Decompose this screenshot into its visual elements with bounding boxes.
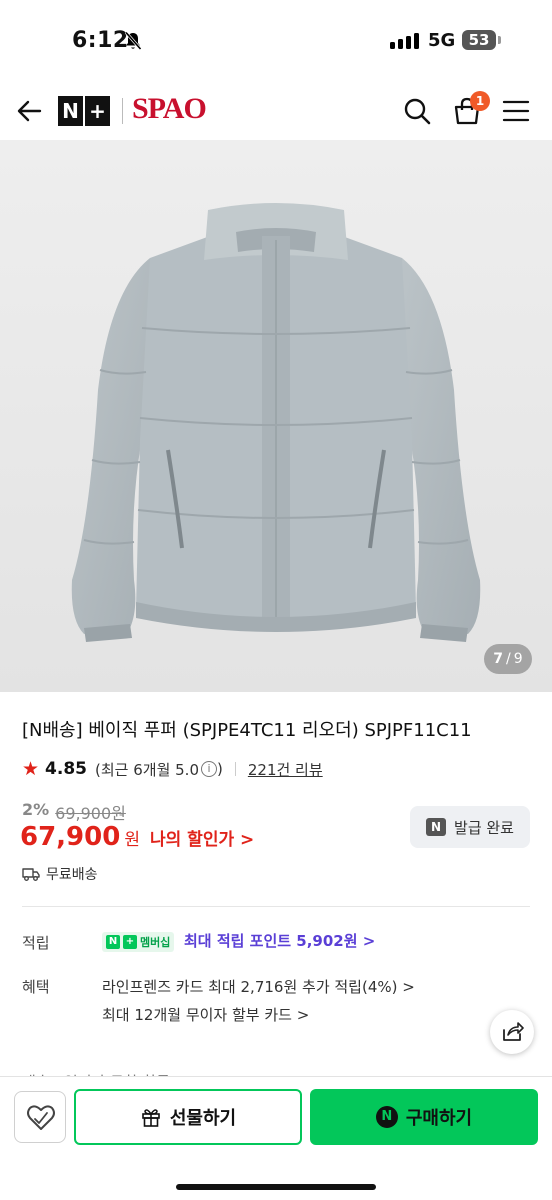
buy-label: 구매하기: [405, 1108, 473, 1129]
nplus-logo[interactable]: N +: [58, 96, 110, 126]
signal-icon: [390, 32, 419, 49]
rating-recent: (최근 6개월 5.0: [95, 760, 199, 779]
membership-plus-icon: +: [123, 935, 137, 949]
rating-value: 4.85: [45, 759, 87, 779]
currency-unit: 원: [124, 830, 140, 850]
gift-icon: [142, 1109, 160, 1127]
shipping-row: 무료배송: [22, 864, 98, 884]
coupon-issued-button[interactable]: N 발급 완료: [410, 806, 530, 848]
puffer-jacket-image: [0, 140, 552, 692]
home-indicator: [176, 1184, 376, 1190]
rating-recent-close: ): [217, 760, 223, 778]
bell-off-icon: [124, 31, 142, 50]
discount-row: 2% 69,900원: [22, 800, 126, 824]
logo-divider: [122, 98, 123, 124]
section-divider: [22, 906, 530, 907]
info-icon[interactable]: i: [201, 761, 217, 777]
buy-button[interactable]: N 구매하기: [310, 1089, 538, 1145]
nplus-membership-badge: N + 멤버십: [102, 932, 175, 952]
benefit-label: 혜택: [22, 978, 50, 996]
bottom-action-bar: 선물하기 N 구매하기: [0, 1076, 552, 1200]
image-current: 7: [493, 651, 504, 667]
membership-n-icon: N: [106, 935, 120, 949]
nplus-logo-plus: +: [85, 96, 110, 126]
truck-icon: [22, 868, 40, 881]
status-bar: 6:12 5G 53: [0, 0, 552, 82]
price-row: 67,900 원 나의 할인가 >: [20, 822, 254, 852]
sale-price: 67,900: [20, 822, 121, 852]
star-icon: ★: [22, 758, 40, 780]
top-navigation: N + SPAO 1: [0, 82, 552, 140]
gift-label: 선물하기: [169, 1108, 237, 1129]
status-time: 6:12: [72, 28, 129, 53]
wishlist-button[interactable]: [14, 1091, 66, 1143]
search-icon[interactable]: [402, 96, 432, 126]
brand-logo[interactable]: SPAO: [132, 92, 207, 126]
points-label: 적립: [22, 934, 50, 952]
image-counter: 7/9: [484, 644, 532, 674]
share-button[interactable]: [490, 1010, 534, 1054]
discount-rate: 2%: [22, 800, 50, 819]
cart-count-badge: 1: [470, 91, 490, 111]
shipping-text: 무료배송: [46, 867, 98, 883]
back-arrow-icon[interactable]: [14, 96, 46, 126]
nplus-logo-n: N: [58, 96, 83, 126]
rating-divider: [234, 762, 236, 776]
my-discount-link[interactable]: 나의 할인가 >: [150, 825, 254, 850]
network-label: 5G: [428, 30, 456, 51]
heart-icon: [27, 1105, 55, 1130]
product-title: [N배송] 베이직 푸퍼 (SPJPE4TC11 리오더) SPJPF11C11: [22, 720, 472, 741]
membership-label: 멤버십: [140, 936, 171, 949]
rating-row: ★ 4.85 (최근 6개월 5.0 i ) 221건 리뷰: [22, 758, 323, 780]
installment-benefit-link[interactable]: 최대 12개월 무이자 할부 카드 >: [102, 1004, 309, 1025]
max-points-link[interactable]: 최대 적립 포인트 5,902원 >: [184, 930, 375, 951]
image-total: 9: [513, 651, 523, 667]
naver-coupon-icon: N: [426, 818, 447, 836]
battery-tip: [498, 36, 501, 44]
review-count-link[interactable]: 221건 리뷰: [248, 759, 323, 780]
naver-pay-icon: N: [375, 1106, 398, 1128]
coupon-label: 발급 완료: [454, 818, 514, 837]
image-separator: /: [506, 651, 511, 667]
original-price: 69,900원: [55, 804, 126, 823]
hamburger-menu-icon[interactable]: [502, 98, 530, 124]
battery-icon: 53: [462, 30, 496, 50]
card-points-benefit-link[interactable]: 라인프렌즈 카드 최대 2,716원 추가 적립(4%) >: [102, 976, 415, 997]
product-image-carousel[interactable]: [0, 140, 552, 692]
share-icon: [503, 1022, 524, 1041]
gift-button[interactable]: 선물하기: [74, 1089, 302, 1145]
